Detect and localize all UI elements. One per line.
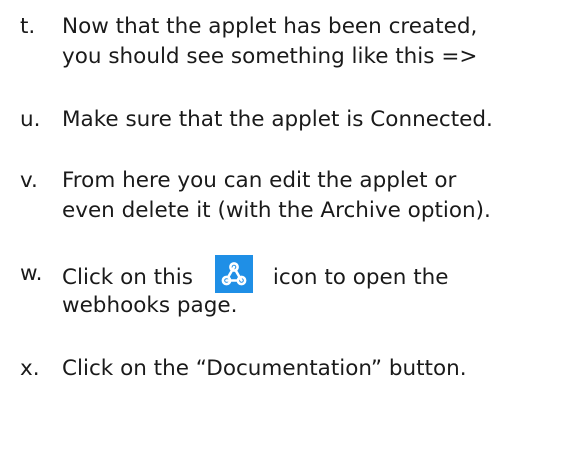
item-text-before-icon: Click on this [62,265,193,290]
webhooks-icon[interactable] [214,255,253,293]
item-marker: u. [20,107,41,132]
item-text-line-1: Click on the “Documentation” button. [62,356,467,381]
item-marker: w. [20,261,43,286]
item-marker: v. [20,168,38,193]
item-marker: t. [20,14,36,39]
item-text-line-2: even delete it (with the Archive option)… [62,198,491,223]
item-text-line-2: you should see something like this => [62,44,478,69]
item-marker: x. [20,356,40,381]
webhooks-icon-glyph [221,262,247,286]
item-text-line-1: From here you can edit the applet or [62,168,457,193]
item-text-line-1: Make sure that the applet is Connected. [62,107,493,132]
item-text-line-2: webhooks page. [62,293,238,318]
item-text-after-icon: icon to open the [272,265,449,290]
item-text-line-1: Now that the applet has been created, [62,14,478,39]
